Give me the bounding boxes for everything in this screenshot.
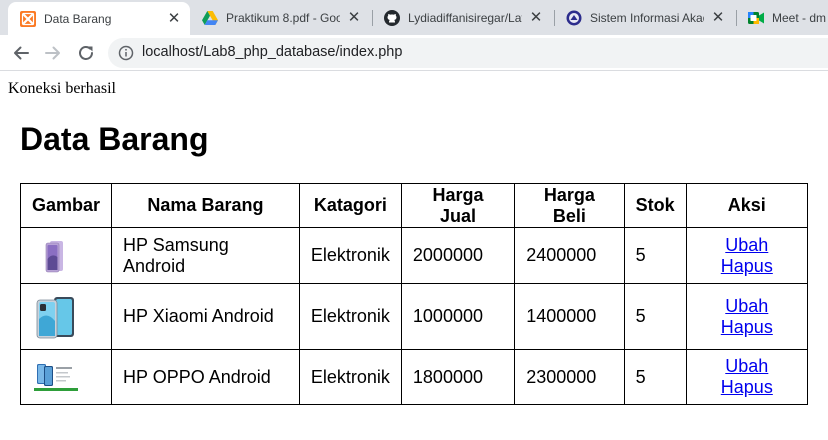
ubah-link[interactable]: Ubah <box>725 356 768 376</box>
close-icon[interactable]: ✕ <box>528 9 544 26</box>
stok-cell: 5 <box>623 227 687 284</box>
table-row: HP OPPO Android Elektronik 1800000 23000… <box>19 349 809 405</box>
ubah-link[interactable]: Ubah <box>725 296 768 316</box>
ubah-link[interactable]: Ubah <box>725 235 768 255</box>
kategori-cell: Elektronik <box>298 227 402 284</box>
tab-separator <box>372 10 373 26</box>
column-header: Stok <box>623 183 687 228</box>
column-header: Aksi <box>685 183 809 228</box>
forward-button[interactable] <box>41 41 65 65</box>
table-row: HP Samsung Android Elektronik 2000000 24… <box>19 227 809 284</box>
tab-github[interactable]: Lydiadiffanisiregar/Lat ✕ <box>376 0 550 35</box>
aksi-cell: Ubah Hapus <box>685 283 809 350</box>
hapus-link[interactable]: Hapus <box>721 256 773 276</box>
tab-strip: Data Barang ✕ Praktikum 8.pdf - Goo ✕ Ly… <box>0 0 828 35</box>
harga-jual-cell: 1000000 <box>400 283 516 350</box>
reload-button[interactable] <box>74 41 98 65</box>
image-cell <box>19 227 113 284</box>
tab-title: Meet - dm <box>772 10 827 25</box>
address-bar[interactable]: localhost/Lab8_php_database/index.php <box>108 38 828 68</box>
data-table: Gambar Nama Barang Katagori Harga Jual H… <box>19 183 809 405</box>
tab-title: Praktikum 8.pdf - Goo <box>226 10 340 25</box>
tab-data-barang[interactable]: Data Barang ✕ <box>8 2 190 35</box>
connection-status: Koneksi berhasil <box>8 80 116 97</box>
column-header: Harga Beli <box>514 183 625 228</box>
page-title: Data Barang <box>20 121 209 157</box>
column-header: Harga Jual <box>400 183 516 228</box>
table-row: HP Xiaomi Android Elektronik 1000000 140… <box>19 283 809 350</box>
close-icon[interactable]: ✕ <box>166 10 182 27</box>
tab-title: Data Barang <box>44 11 112 26</box>
image-cell <box>19 349 113 405</box>
harga-beli-cell: 1400000 <box>514 283 625 350</box>
table-header-row: Gambar Nama Barang Katagori Harga Jual H… <box>19 183 809 228</box>
tab-praktikum-pdf[interactable]: Praktikum 8.pdf - Goo ✕ <box>194 0 368 35</box>
aksi-cell: Ubah Hapus <box>685 349 809 405</box>
nama-barang-cell: HP OPPO Android <box>111 349 300 405</box>
nama-barang-cell: HP Xiaomi Android <box>111 283 300 350</box>
harga-beli-cell: 2300000 <box>514 349 625 405</box>
tab-sistem-informasi[interactable]: Sistem Informasi Akad ✕ <box>558 0 732 35</box>
harga-jual-cell: 1800000 <box>400 349 516 405</box>
tab-title: Sistem Informasi Akad <box>590 10 704 25</box>
image-cell <box>19 283 113 350</box>
hapus-link[interactable]: Hapus <box>721 317 773 337</box>
nama-barang-cell: HP Samsung Android <box>111 227 300 284</box>
forward-arrow-icon <box>45 46 60 60</box>
google-drive-icon <box>202 10 218 26</box>
kategori-cell: Elektronik <box>298 349 402 405</box>
close-icon[interactable]: ✕ <box>710 9 726 26</box>
column-header: Katagori <box>298 183 402 228</box>
kategori-cell: Elektronik <box>298 283 402 350</box>
reload-icon <box>79 46 93 60</box>
column-header: Gambar <box>19 183 113 228</box>
close-icon[interactable]: ✕ <box>346 9 362 26</box>
browser-toolbar: localhost/Lab8_php_database/index.php <box>0 35 828 71</box>
info-icon[interactable] <box>118 45 134 61</box>
aksi-cell: Ubah Hapus <box>685 227 809 284</box>
xampp-icon <box>20 10 36 27</box>
back-button[interactable] <box>9 41 33 65</box>
tab-separator <box>554 10 555 26</box>
github-icon <box>384 9 400 26</box>
university-icon <box>566 10 582 26</box>
column-header: Nama Barang <box>111 183 300 228</box>
phone-oppo-thumbnail <box>33 361 79 393</box>
back-arrow-icon <box>14 46 29 60</box>
stok-cell: 5 <box>623 283 687 350</box>
url-text: localhost/Lab8_php_database/index.php <box>142 44 403 60</box>
phone-samsung-thumbnail <box>45 240 63 272</box>
google-meet-icon <box>748 10 764 26</box>
tab-meet[interactable]: Meet - dm <box>740 0 828 35</box>
harga-beli-cell: 2400000 <box>514 227 625 284</box>
hapus-link[interactable]: Hapus <box>721 377 773 397</box>
tab-separator <box>736 10 737 26</box>
harga-jual-cell: 2000000 <box>400 227 516 284</box>
stok-cell: 5 <box>623 349 687 405</box>
phone-xiaomi-thumbnail <box>36 296 74 338</box>
tab-title: Lydiadiffanisiregar/Lat <box>408 10 522 25</box>
